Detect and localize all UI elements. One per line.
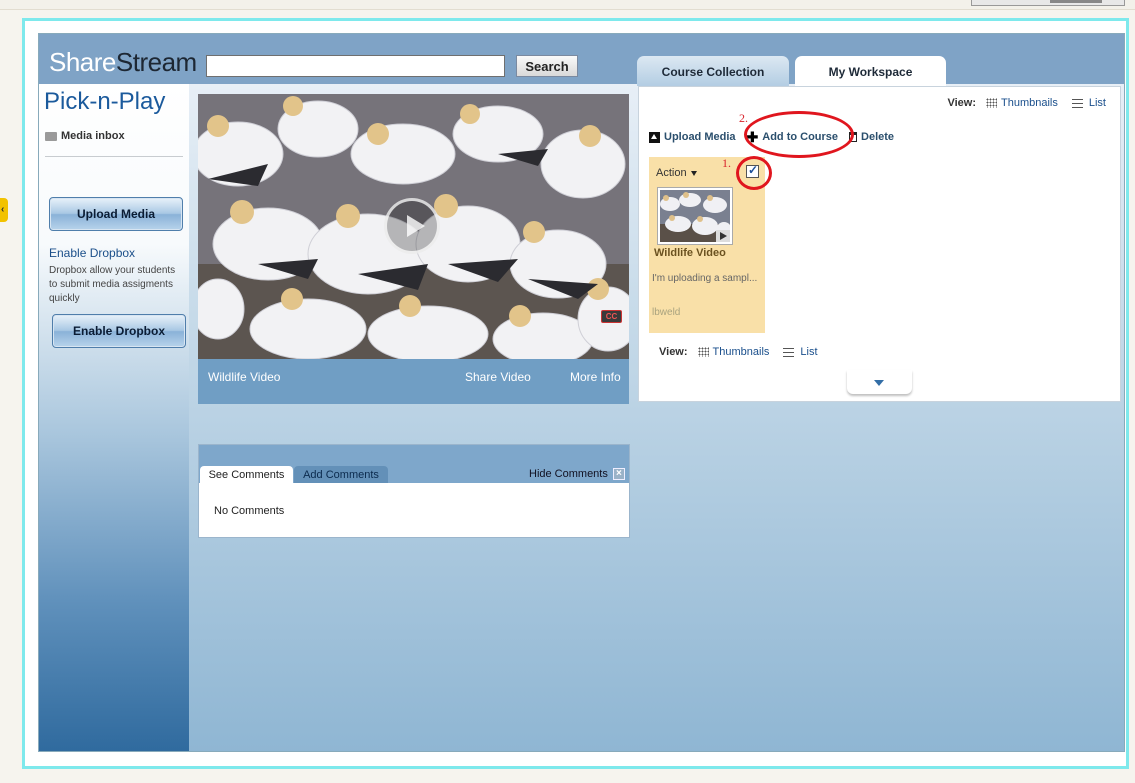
share-video-link[interactable]: Share Video — [465, 370, 531, 384]
media-inbox-label: Media inbox — [61, 130, 125, 142]
list-view-link[interactable]: List — [1089, 97, 1106, 109]
delete-label: Delete — [861, 131, 895, 143]
logo-share: Share — [49, 47, 116, 77]
search-input[interactable] — [206, 55, 505, 77]
annotation-step-2: 2. — [739, 111, 748, 125]
media-thumbnail[interactable] — [657, 187, 733, 245]
play-icon[interactable] — [384, 198, 440, 254]
thumbnails-view-link[interactable]: Thumbnails — [1001, 97, 1058, 109]
hide-comments-button[interactable]: Hide Comments × — [529, 468, 625, 480]
action-dropdown-label: Action — [656, 167, 687, 179]
tab-see-comments[interactable]: See Comments — [200, 466, 293, 484]
expand-panel-button[interactable] — [847, 370, 912, 394]
browser-toolbar — [971, 0, 1125, 6]
list-icon — [1071, 98, 1083, 108]
player-video-title: Wildlife Video — [208, 370, 281, 384]
sidebar-upload-media-button[interactable]: Upload Media — [49, 197, 183, 231]
media-card: Action Wildlife Video I'm uploading a sa… — [649, 157, 765, 333]
no-comments-text: No Comments — [214, 505, 285, 517]
view-label-bottom: View: — [659, 346, 688, 358]
media-select-checkbox[interactable] — [746, 163, 759, 178]
header-bar: ShareStream Search — [39, 34, 1124, 84]
tab-add-comments[interactable]: Add Comments — [294, 466, 388, 484]
inbox-icon — [45, 131, 57, 141]
media-card-title[interactable]: Wildlife Video — [654, 247, 726, 259]
media-inbox-item[interactable]: Media inbox — [45, 130, 125, 142]
sharestream-app: ShareStream Search Pick-n-Play Media inb… — [38, 33, 1125, 752]
media-card-description: I'm uploading a sampl... — [652, 273, 758, 284]
logo-stream: Stream — [115, 47, 197, 77]
add-to-course-action[interactable]: ✚ Add to Course — [746, 129, 839, 145]
search-button[interactable]: Search — [516, 55, 578, 77]
plus-icon: ✚ — [746, 129, 759, 145]
thumbnail-play-icon — [716, 230, 730, 242]
tab-my-workspace[interactable]: My Workspace — [795, 56, 946, 86]
hide-comments-label: Hide Comments — [529, 468, 608, 480]
close-icon: × — [612, 468, 625, 480]
side-collapse-handle[interactable]: ‹ — [0, 198, 8, 222]
sidebar-divider — [45, 156, 183, 157]
workspace-panel: View: Thumbnails List Upload Media ✚ Add … — [638, 86, 1121, 402]
comments-panel: See Comments Add Comments Hide Comments ×… — [198, 444, 630, 538]
tab-course-collection[interactable]: Course Collection — [637, 56, 789, 86]
upload-icon — [649, 131, 660, 143]
view-toggle-bottom: View: Thumbnails List — [659, 346, 818, 358]
trash-icon — [849, 132, 858, 142]
enable-dropbox-link[interactable]: Enable Dropbox — [49, 246, 135, 260]
app-title: Pick-n-Play — [44, 88, 166, 115]
grid-icon — [697, 347, 709, 357]
sharestream-logo: ShareStream — [49, 47, 197, 78]
media-card-owner: lbweld — [652, 307, 681, 318]
delete-action[interactable]: Delete — [849, 131, 894, 143]
dropbox-description: Dropbox allow your students to submit me… — [49, 265, 176, 304]
view-toggle-top: View: Thumbnails List — [947, 97, 1106, 109]
upload-media-action-label: Upload Media — [664, 131, 736, 143]
grid-icon — [986, 98, 998, 108]
enable-dropbox-button[interactable]: Enable Dropbox — [52, 314, 186, 348]
more-info-link[interactable]: More Info — [570, 370, 621, 384]
annotation-step-1: 1. — [722, 156, 731, 170]
action-dropdown[interactable]: Action — [656, 167, 697, 179]
sidebar: Pick-n-Play Media inbox Upload Media Ena… — [39, 84, 189, 751]
chevron-down-icon — [690, 170, 697, 176]
video-frame[interactable]: CC — [198, 94, 629, 359]
list-view-link-bottom[interactable]: List — [800, 346, 817, 358]
thumbnails-view-link-bottom[interactable]: Thumbnails — [713, 346, 770, 358]
upload-media-action[interactable]: Upload Media — [649, 131, 736, 143]
add-to-course-label: Add to Course — [762, 131, 839, 143]
view-label: View: — [947, 97, 977, 109]
video-player: CC Wildlife Video Share Video More Info — [198, 94, 629, 404]
list-icon — [783, 347, 795, 357]
browser-toolbar-handle — [1050, 0, 1102, 3]
workspace-actions: Upload Media ✚ Add to Course Delete — [649, 129, 905, 145]
focus-frame: ShareStream Search Pick-n-Play Media inb… — [22, 18, 1129, 769]
browser-top-strip — [0, 0, 1135, 10]
closed-captions-icon[interactable]: CC — [601, 310, 622, 323]
